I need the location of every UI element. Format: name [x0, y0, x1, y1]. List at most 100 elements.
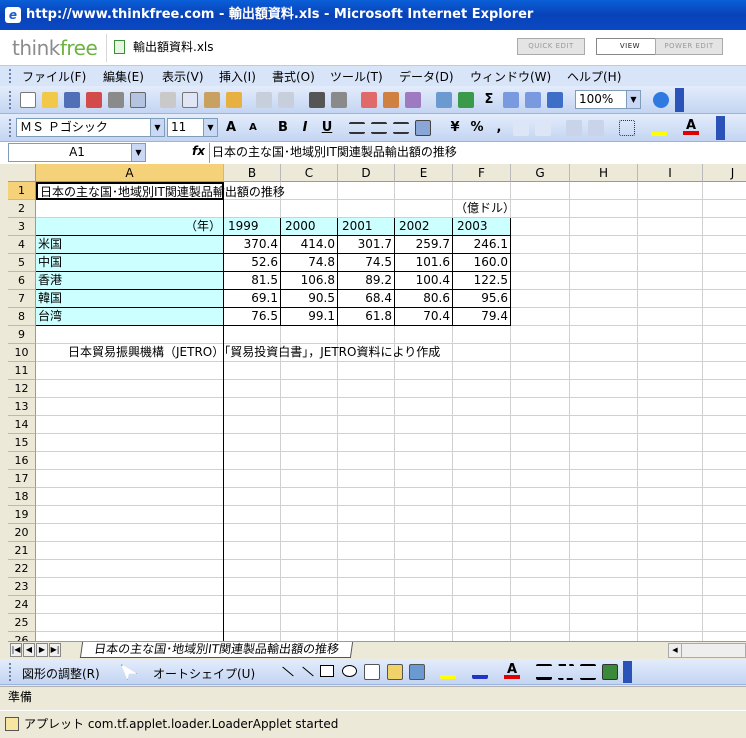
grid-cell[interactable] — [703, 182, 746, 200]
increase-indent-icon[interactable] — [588, 120, 604, 136]
font-color-icon[interactable]: A — [504, 661, 520, 679]
grid-cell[interactable] — [338, 632, 395, 641]
menu-file[interactable]: ファイル(F) — [22, 68, 86, 85]
grid-cell[interactable] — [338, 416, 395, 434]
grid-cell[interactable] — [511, 308, 570, 326]
grid-cell[interactable] — [338, 542, 395, 560]
grid-cell[interactable] — [638, 560, 703, 578]
grid-cell[interactable] — [281, 506, 338, 524]
grid-cell[interactable] — [638, 344, 703, 362]
grid-cell[interactable] — [453, 326, 511, 344]
grid-cell[interactable] — [338, 398, 395, 416]
font-size-select[interactable]: 11 ▼ — [167, 118, 218, 137]
grid-cell[interactable] — [224, 398, 281, 416]
font-color-icon[interactable]: A — [683, 117, 699, 135]
grid-cell[interactable] — [338, 506, 395, 524]
dash-style-icon[interactable] — [558, 664, 574, 680]
grid-cell[interactable] — [36, 596, 224, 614]
grid-cell[interactable] — [281, 470, 338, 488]
open-icon[interactable] — [42, 92, 58, 108]
toolbar-options-icon[interactable] — [623, 661, 632, 683]
grid-cell[interactable] — [638, 290, 703, 308]
grid-cell[interactable] — [453, 452, 511, 470]
grid-cell[interactable] — [511, 272, 570, 290]
grid-cell[interactable] — [570, 632, 638, 641]
grid-cell[interactable] — [224, 362, 281, 380]
autosum-icon[interactable]: Σ — [481, 91, 497, 109]
clipart-icon[interactable] — [387, 664, 403, 680]
grid-cell[interactable] — [511, 380, 570, 398]
row-header-17[interactable]: 17 — [8, 470, 36, 488]
cell-country[interactable]: 中国 — [36, 254, 224, 272]
grid-cell[interactable] — [703, 614, 746, 632]
grid-cell[interactable] — [703, 200, 746, 218]
grid-cell[interactable] — [338, 488, 395, 506]
cell-country[interactable]: 香港 — [36, 272, 224, 290]
grid-cell[interactable] — [511, 524, 570, 542]
decrease-indent-icon[interactable] — [566, 120, 582, 136]
select-all-corner[interactable] — [8, 164, 36, 182]
grid-cell[interactable] — [638, 614, 703, 632]
next-sheet-icon[interactable]: ▶ — [36, 643, 48, 657]
grid-cell[interactable] — [511, 182, 570, 200]
grid-cell[interactable] — [703, 416, 746, 434]
grid-cell[interactable] — [224, 560, 281, 578]
grid-cell[interactable] — [703, 290, 746, 308]
grid-cell[interactable] — [703, 434, 746, 452]
grid-cell[interactable] — [638, 218, 703, 236]
row-header-23[interactable]: 23 — [8, 578, 36, 596]
grid-cell[interactable] — [224, 326, 281, 344]
textbox-icon[interactable] — [364, 664, 380, 680]
column-header-i[interactable]: I — [638, 164, 703, 182]
grid-cell[interactable] — [224, 380, 281, 398]
arrow-icon[interactable] — [302, 666, 314, 677]
picture-icon[interactable] — [409, 664, 425, 680]
grid-cell[interactable] — [703, 524, 746, 542]
grid-cell[interactable] — [395, 560, 453, 578]
grid-cell[interactable] — [570, 380, 638, 398]
grid-cell[interactable] — [36, 488, 224, 506]
cell-value[interactable]: 370.4 — [224, 236, 281, 254]
grid-cell[interactable] — [224, 596, 281, 614]
cell-year-header[interactable]: 2002 — [395, 218, 453, 236]
grid-cell[interactable] — [453, 542, 511, 560]
grid-cell[interactable] — [395, 488, 453, 506]
cell-country[interactable]: 韓国 — [36, 290, 224, 308]
grid-cell[interactable] — [453, 488, 511, 506]
grid-cell[interactable] — [338, 362, 395, 380]
row-header-21[interactable]: 21 — [8, 542, 36, 560]
grid-cell[interactable] — [703, 488, 746, 506]
cell-value[interactable]: 74.8 — [281, 254, 338, 272]
grid-cell[interactable] — [570, 488, 638, 506]
grid-cell[interactable] — [570, 182, 638, 200]
grid-cell[interactable] — [570, 614, 638, 632]
cell-value[interactable]: 95.6 — [453, 290, 511, 308]
row-header-10[interactable]: 10 — [8, 344, 36, 362]
fill-color-icon[interactable] — [440, 663, 456, 679]
grid-cell[interactable] — [703, 542, 746, 560]
grid-cell[interactable] — [703, 326, 746, 344]
cell-value[interactable]: 89.2 — [338, 272, 395, 290]
row-header-24[interactable]: 24 — [8, 596, 36, 614]
grid-cell[interactable] — [570, 272, 638, 290]
cell-value[interactable]: 414.0 — [281, 236, 338, 254]
cell-value[interactable]: 76.5 — [224, 308, 281, 326]
grid-cell[interactable] — [511, 506, 570, 524]
grid-cell[interactable] — [703, 218, 746, 236]
grid-cell[interactable] — [281, 632, 338, 641]
grid-cell[interactable] — [395, 632, 453, 641]
menu-edit[interactable]: 編集(E) — [103, 68, 144, 85]
grid-cell[interactable] — [281, 452, 338, 470]
prev-sheet-icon[interactable]: ◀ — [23, 643, 35, 657]
cell-value[interactable]: 79.4 — [453, 308, 511, 326]
grid-cell[interactable] — [703, 596, 746, 614]
grid-cell[interactable] — [224, 416, 281, 434]
grid-cell[interactable] — [224, 488, 281, 506]
underline-button[interactable]: U — [319, 119, 335, 137]
shadow-icon[interactable] — [602, 664, 618, 680]
grid-cell[interactable] — [453, 182, 511, 200]
undo-icon[interactable] — [256, 92, 272, 108]
grid-cell[interactable] — [511, 596, 570, 614]
grid-cell[interactable] — [703, 398, 746, 416]
cell-value[interactable]: 90.5 — [281, 290, 338, 308]
